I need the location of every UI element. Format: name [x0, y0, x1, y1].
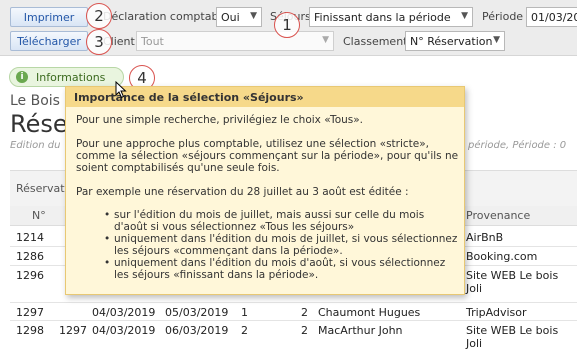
cell-client: Chaumont Hugues	[318, 306, 421, 319]
chevron-down-icon: ▼	[461, 11, 468, 21]
cell-nights: 1	[241, 306, 248, 319]
tooltip-list-item: uniquement dans l'édition du mois de jui…	[104, 233, 459, 257]
column-provenance: Provenance	[466, 209, 531, 222]
cell-num: 1297	[16, 306, 44, 319]
print-button[interactable]: Imprimer	[10, 7, 88, 27]
chevron-down-icon: ▼	[493, 35, 500, 45]
establishment-name: Le Bois	[10, 93, 60, 109]
cell-num: 1214	[16, 231, 44, 244]
chevron-down-icon: ▼	[250, 11, 257, 21]
classement-label: Classement	[343, 35, 408, 48]
edition-subtitle: Edition du	[10, 140, 61, 151]
selection-tooltip: Importance de la sélection «Séjours» Pou…	[65, 86, 465, 295]
cell-provenance: Booking.com	[466, 250, 538, 263]
cell-departure: 06/03/2019	[165, 324, 229, 337]
info-icon: i	[16, 71, 28, 83]
tooltip-paragraph-1: Pour une simple recherche, privilégiez l…	[76, 114, 364, 126]
group-header-label: Réservat	[16, 182, 65, 195]
table-column-header-provenance: Provenance	[464, 206, 577, 226]
declaration-select[interactable]: Oui ▼	[216, 7, 262, 27]
mouse-pointer-icon	[115, 81, 127, 99]
informations-label: Informations	[36, 70, 106, 84]
cell-arrival: 04/03/2019	[92, 306, 156, 319]
tooltip-list-item: sur l'édition du mois de juillet, mais a…	[104, 209, 459, 233]
callout-badge-1: 1	[274, 12, 300, 38]
callout-badge-2: 2	[86, 3, 112, 29]
cell-num: 1298	[16, 324, 44, 337]
cell-provenance: AirBnB	[466, 231, 504, 244]
cell-arrival: 04/03/2019	[92, 324, 156, 337]
cell-provenance: Site WEB Le bois Joli	[466, 269, 559, 295]
tooltip-paragraph-2: Pour une approche plus comptable, utilis…	[76, 138, 459, 174]
tooltip-list-item: uniquement dans l'édition du mois d'août…	[104, 257, 459, 281]
cell-guests: 2	[301, 306, 308, 319]
cell-nights: 2	[241, 324, 248, 337]
classement-value: N° Réservation	[410, 34, 493, 48]
callout-badge-3: 3	[86, 29, 112, 55]
tooltip-list: sur l'édition du mois de juillet, mais a…	[104, 209, 459, 281]
sejours-select[interactable]: Finissant dans la période ▼	[309, 7, 473, 27]
declaration-value: Oui	[221, 10, 240, 24]
cell-guests: 2	[301, 324, 308, 337]
download-button[interactable]: Télécharger	[10, 31, 88, 51]
page-title: Rése	[10, 110, 68, 138]
chevron-down-icon: ▼	[322, 35, 329, 45]
sejours-value: Finissant dans la période	[314, 10, 451, 24]
cell-num: 1296	[16, 269, 44, 282]
cell-provenance: Site WEB Le bois Joli	[466, 324, 559, 350]
column-num: N°	[32, 209, 46, 222]
declaration-label: Déclaration comptable	[103, 10, 229, 23]
client-value: Tout	[141, 34, 164, 48]
periode-label: Période	[482, 10, 524, 23]
classement-select[interactable]: N° Réservation ▼	[405, 31, 505, 51]
tooltip-paragraph-3: Par exemple une réservation du 28 juille…	[76, 186, 409, 198]
cell-provenance: TripAdvisor	[466, 306, 527, 319]
cell-linked: 1297	[59, 324, 87, 337]
cell-departure: 05/03/2019	[165, 306, 229, 319]
periode-value: 01/03/201	[531, 10, 577, 24]
cell-num: 1286	[16, 250, 44, 263]
period-subtitle: période, Période : 0	[468, 140, 567, 151]
informations-button[interactable]: i Informations	[9, 67, 124, 87]
cell-client: MacArthur John	[318, 324, 403, 337]
table-row[interactable]: 1298 1297 04/03/2019 06/03/2019 2 2 MacA…	[10, 321, 577, 356]
table-row[interactable]: 1297 04/03/2019 05/03/2019 1 2 Chaumont …	[10, 303, 577, 321]
client-select[interactable]: Tout ▼	[136, 31, 334, 51]
periode-field[interactable]: 01/03/201	[526, 7, 577, 27]
